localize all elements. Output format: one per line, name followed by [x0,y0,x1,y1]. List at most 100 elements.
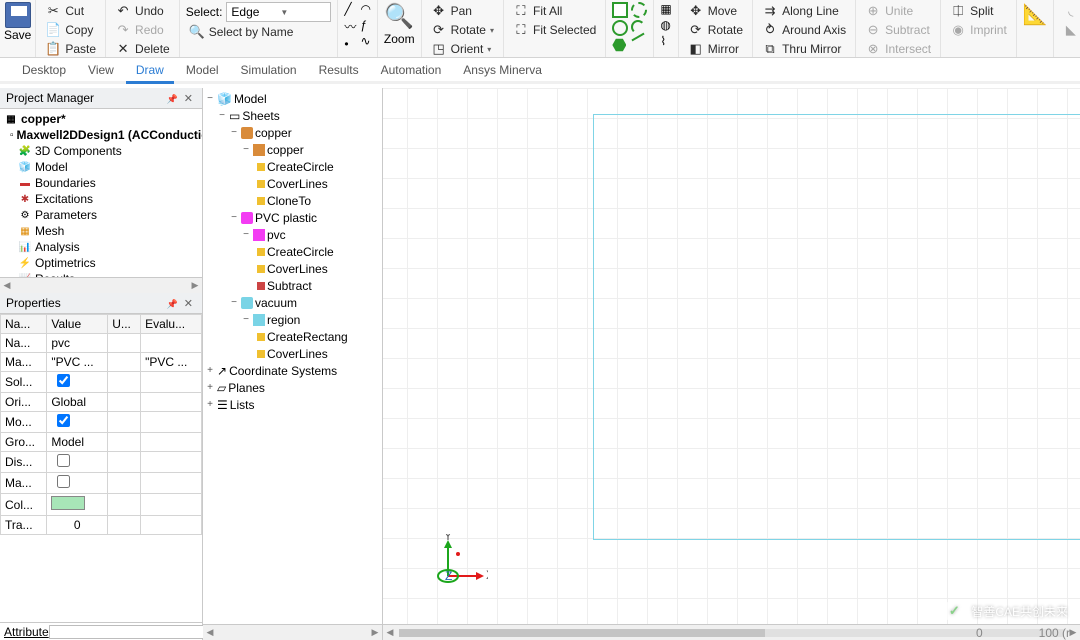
rotate-transform-button[interactable]: ⟳Rotate [685,21,746,39]
pm-boundaries: ▬Boundaries [4,175,198,191]
imprint-button: ◉Imprint [947,21,1010,39]
wechat-icon: ✓ [943,600,965,622]
ellipse-tool-icon[interactable] [631,2,647,18]
pin-icon[interactable]: 📌 [164,94,181,104]
move-button[interactable]: ✥Move [685,2,746,20]
table-row: Ori...Global [1,393,202,412]
properties-header: Properties 📌✕ [0,293,202,314]
curve-tool-icon[interactable]: ∿ [360,34,370,48]
cyl-3d-icon[interactable]: ◍ [660,18,671,32]
material-checkbox[interactable] [57,475,70,488]
pm-optimetrics: ⚡Optimetrics [4,255,198,271]
fillet-button: ◟Fillet [1060,2,1080,20]
polygon-tool-icon[interactable] [612,38,626,52]
cut-button[interactable]: ✂Cut [42,2,99,20]
ribbon: Save ✂Cut 📄Copy 📋Paste ↶Undo ↷Redo ✕Dele… [0,0,1080,58]
close-icon[interactable]: ✕ [181,298,196,310]
line-tool-icon[interactable]: ╱ [344,2,356,16]
table-row: Tra...0 [1,516,202,535]
attribute-input[interactable] [49,625,206,639]
tab-simulation[interactable]: Simulation [231,59,307,81]
tab-automation[interactable]: Automation [371,59,452,81]
spline-tool-icon[interactable]: 〰 [344,18,356,35]
rotate-view-button[interactable]: ⟳Rotate▾ [428,21,497,39]
mirror-button[interactable]: ◧Mirror [685,40,746,58]
tab-results[interactable]: Results [309,59,369,81]
svg-text:Z: Z [445,569,452,583]
svg-text:X: X [486,568,488,582]
table-row: Gro...Model [1,433,202,452]
box-3d-icon[interactable]: ▦ [660,2,671,16]
attribute-bar: Attribute [0,622,202,640]
table-row: Dis... [1,452,202,473]
color-swatch[interactable] [51,496,85,510]
save-button[interactable]: Save [4,28,31,42]
table-row: Col... [1,494,202,516]
rectangle-tool-icon[interactable] [612,2,628,18]
fit-all-button[interactable]: ⛶Fit All [510,2,599,20]
pin-icon[interactable]: 📌 [164,299,181,309]
undo-button[interactable]: ↶Undo [112,2,173,20]
unite-button: ⊕Unite [862,2,934,20]
intersect-button: ⊗Intersect [862,40,934,58]
canvas-scrollbar[interactable]: ◀ ▶ 0100 (r [383,624,1080,640]
table-row: Sol... [1,372,202,393]
solve-inside-checkbox[interactable] [57,374,70,387]
region-boundary [593,114,1080,540]
split-button[interactable]: ⎅Split [947,2,1010,20]
orient-button[interactable]: ◳Orient▾ [428,40,497,58]
pm-mesh: ▦Mesh [4,223,198,239]
eq-tool-icon[interactable]: ƒ [360,18,370,32]
pm-analysis: 📊Analysis [4,239,198,255]
paste-button[interactable]: 📋Paste [42,40,99,58]
tab-minerva[interactable]: Ansys Minerva [453,59,552,81]
tab-desktop[interactable]: Desktop [12,59,76,81]
project-node: ▦copper* [4,111,198,127]
subtract-button: ⊖Subtract [862,21,934,39]
tab-draw[interactable]: Draw [126,59,174,84]
pm-scrollbar[interactable]: ◀▶ [0,277,202,293]
watermark: ✓ 智善CAE共创未来 [943,600,1068,622]
close-icon[interactable]: ✕ [181,93,196,105]
save-icon[interactable] [5,2,31,28]
tab-model[interactable]: Model [176,59,229,81]
project-tree[interactable]: ▦copper* ▫Maxwell2DDesign1 (ACConduction… [0,109,202,277]
select-by-name-button[interactable]: 🔍Select by Name [186,23,332,41]
project-manager-header: Project Manager 📌✕ [0,88,202,109]
table-row: Ma..."PVC ..."PVC ... [1,353,202,372]
pm-parameters: ⚙Parameters [4,207,198,223]
pm-model: 🧊Model [4,159,198,175]
coordinate-triad[interactable]: Z Y X [418,534,488,604]
chamfer-button: ◣Chamfer [1060,21,1080,39]
measure-icon[interactable]: 📐 [1023,2,1047,26]
pm-3dcomp: 🧩3D Components [4,143,198,159]
copy-button[interactable]: 📄Copy [42,21,99,39]
properties-table[interactable]: Na...ValueU...Evalu... Na...pvc Ma..."PV… [0,314,202,535]
table-row: Na...pvc [1,334,202,353]
design-node: ▫Maxwell2DDesign1 (ACConduction, ) [4,127,198,143]
select-label: Select: [186,5,223,19]
select-mode-dropdown[interactable]: Edge▼ [226,2,331,22]
table-row: Ma... [1,473,202,494]
pm-excitations: ✱Excitations [4,191,198,207]
main-tabs: Desktop View Draw Model Simulation Resul… [0,58,1080,84]
svg-text:Y: Y [444,534,452,543]
fit-selected-button[interactable]: ⛶Fit Selected [510,21,599,39]
around-axis-button[interactable]: ⥁Around Axis [759,21,849,39]
arc-tool-icon[interactable]: ◠ [360,2,370,16]
model-checkbox[interactable] [57,414,70,427]
model-tree[interactable]: −🧊Model −▭Sheets −copper −copper CreateC… [203,88,382,624]
tree-scrollbar[interactable]: ◀▶ [203,624,382,640]
circle-tool-icon[interactable] [612,20,628,36]
sweep-icon[interactable]: ⌇ [660,34,671,48]
display-checkbox[interactable] [57,454,70,467]
canvas-viewport[interactable]: Y X pvc, Edge_13 Z Y X ✓ 智善CAE共创未来 ◀ ▶ 0… [383,88,1080,640]
tab-view[interactable]: View [78,59,124,81]
point-tool-icon[interactable]: • [344,37,356,51]
zoom-icon[interactable]: 🔍 [384,2,414,31]
delete-button[interactable]: ✕Delete [112,40,173,58]
redo-button: ↷Redo [112,21,173,39]
pan-button[interactable]: ✥Pan [428,2,497,20]
along-line-button[interactable]: ⇉Along Line [759,2,849,20]
thru-mirror-button[interactable]: ⧉Thru Mirror [759,40,849,58]
